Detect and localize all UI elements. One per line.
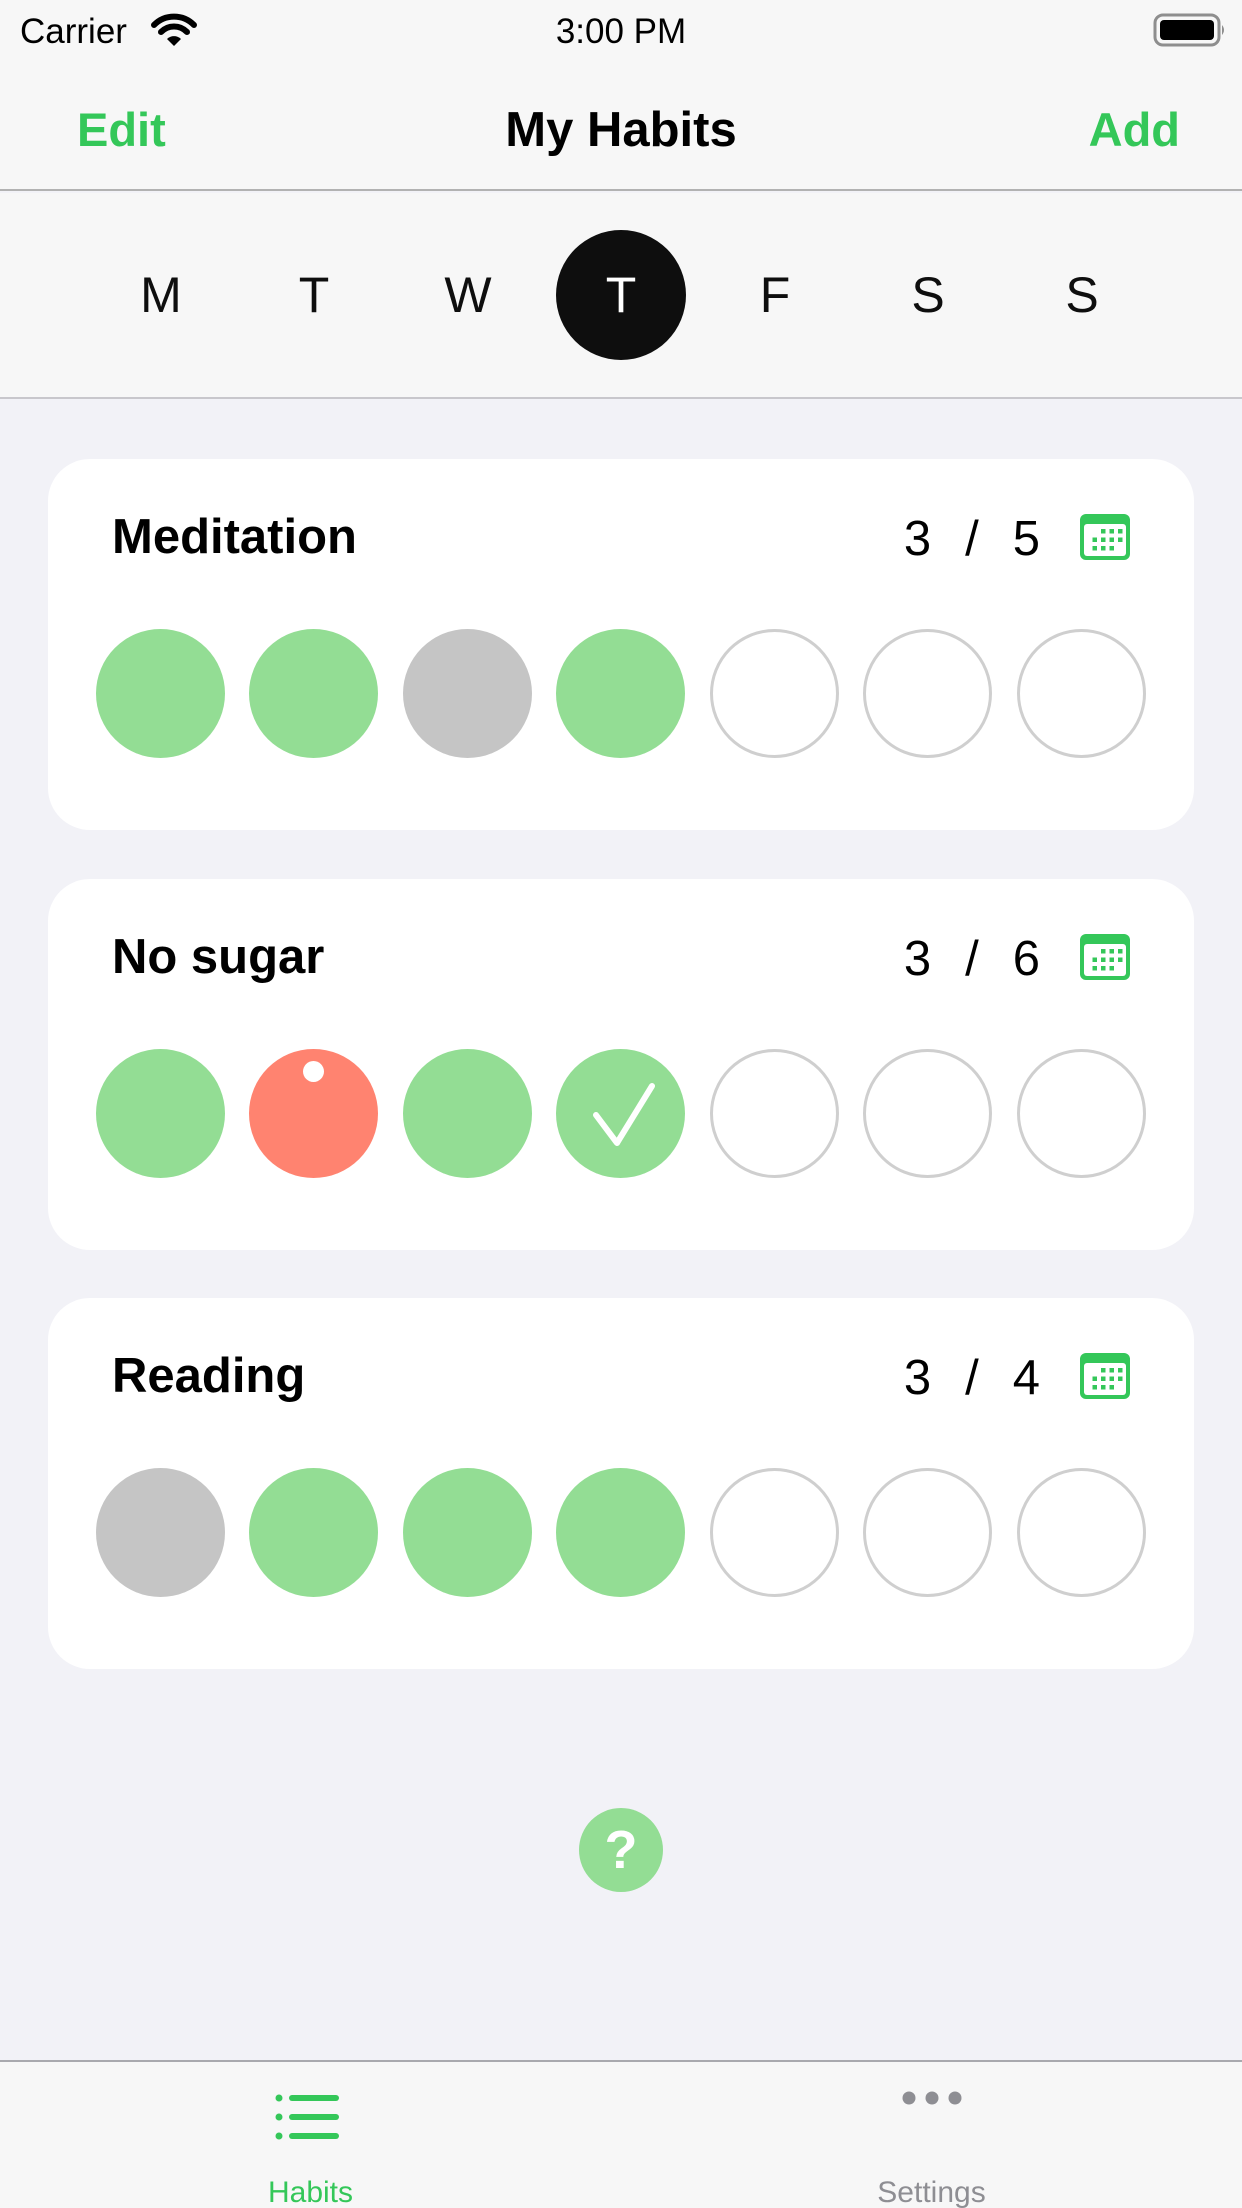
tab-settings-label: Settings (877, 2176, 986, 2208)
habit-progress: 3 / 6 (904, 931, 1040, 987)
habit-card-reading[interactable]: Reading 3 / 4 (48, 1298, 1194, 1669)
add-button[interactable]: Add (1089, 102, 1180, 157)
tab-bar: Habits Settings (0, 2060, 1242, 2208)
day-circle-fri-empty[interactable] (710, 1049, 839, 1178)
help-button[interactable]: ? (579, 1808, 663, 1892)
progress-separator: / (965, 932, 979, 986)
progress-done: 3 (903, 932, 932, 986)
checkmark-icon (593, 1083, 655, 1146)
progress-goal: 4 (1012, 1351, 1040, 1405)
day-circle-thu-done[interactable] (556, 1049, 685, 1178)
habit-progress: 3 / 4 (904, 1350, 1040, 1406)
day-circle-wed-done[interactable] (403, 1049, 532, 1178)
day-circle-wed-done[interactable] (403, 1468, 532, 1597)
tab-habits-label: Habits (267, 2176, 354, 2208)
day-circle-fri-empty[interactable] (710, 1468, 839, 1597)
day-circle-sun-empty[interactable] (1017, 1049, 1146, 1178)
day-circle-sat-empty[interactable] (863, 1468, 992, 1597)
question-mark-icon: ? (604, 1820, 638, 1880)
day-circle-sat-empty[interactable] (863, 629, 992, 758)
top-chrome: Carrier 3:00 PM Edit My Habits Add (0, 0, 1242, 191)
day-circle-sat-empty[interactable] (863, 1049, 992, 1178)
calendar-icon[interactable] (1080, 514, 1130, 560)
more-dots-icon (902, 2091, 962, 2105)
habit-card-meditation[interactable]: Meditation 3 / 5 (48, 459, 1194, 830)
progress-done: 3 (903, 1351, 932, 1405)
day-tuesday[interactable]: T (249, 230, 379, 360)
list-bullet-icon (275, 2094, 339, 2140)
battery-icon (1153, 13, 1224, 47)
day-circle-mon-done[interactable] (96, 629, 225, 758)
status-time: 3:00 PM (555, 12, 687, 51)
day-wednesday[interactable]: W (403, 230, 533, 360)
day-monday[interactable]: M (96, 230, 226, 360)
day-circle-tue-done[interactable] (249, 629, 378, 758)
habit-card-no-sugar[interactable]: No sugar 3 / 6 (48, 879, 1194, 1250)
day-circle-mon-skipped[interactable] (96, 1468, 225, 1597)
progress-done: 3 (903, 512, 932, 566)
navigation-bar: Edit My Habits Add (0, 62, 1242, 191)
day-thursday-selected[interactable]: T (556, 230, 686, 360)
calendar-icon[interactable] (1080, 1353, 1130, 1399)
day-circle-tue-failed[interactable] (249, 1049, 378, 1178)
page-title: My Habits (505, 103, 737, 157)
progress-separator: / (965, 512, 979, 566)
day-circle-fri-empty[interactable] (710, 629, 839, 758)
habit-progress: 3 / 5 (904, 511, 1040, 567)
progress-goal: 6 (1012, 932, 1040, 986)
day-circle-wed-skipped[interactable] (403, 629, 532, 758)
note-dot-icon (303, 1061, 324, 1082)
progress-goal: 5 (1012, 512, 1040, 566)
progress-separator: / (965, 1351, 979, 1405)
habit-name: Reading (112, 1349, 306, 1403)
day-circle-thu-done[interactable] (556, 629, 685, 758)
tab-habits[interactable]: Habits (0, 2062, 621, 2208)
day-sunday[interactable]: S (1017, 230, 1147, 360)
habit-name: Meditation (112, 510, 357, 564)
habit-name: No sugar (112, 930, 325, 984)
calendar-icon[interactable] (1080, 934, 1130, 980)
day-saturday[interactable]: S (863, 230, 993, 360)
status-bar: Carrier 3:00 PM (0, 0, 1242, 62)
day-circle-thu-done[interactable] (556, 1468, 685, 1597)
day-friday[interactable]: F (710, 230, 840, 360)
day-circle-sun-empty[interactable] (1017, 629, 1146, 758)
day-circle-sun-empty[interactable] (1017, 1468, 1146, 1597)
day-circle-mon-done[interactable] (96, 1049, 225, 1178)
week-day-selector: M T W T F S S (0, 193, 1242, 399)
day-circle-tue-done[interactable] (249, 1468, 378, 1597)
tab-settings[interactable]: Settings (621, 2062, 1242, 2208)
